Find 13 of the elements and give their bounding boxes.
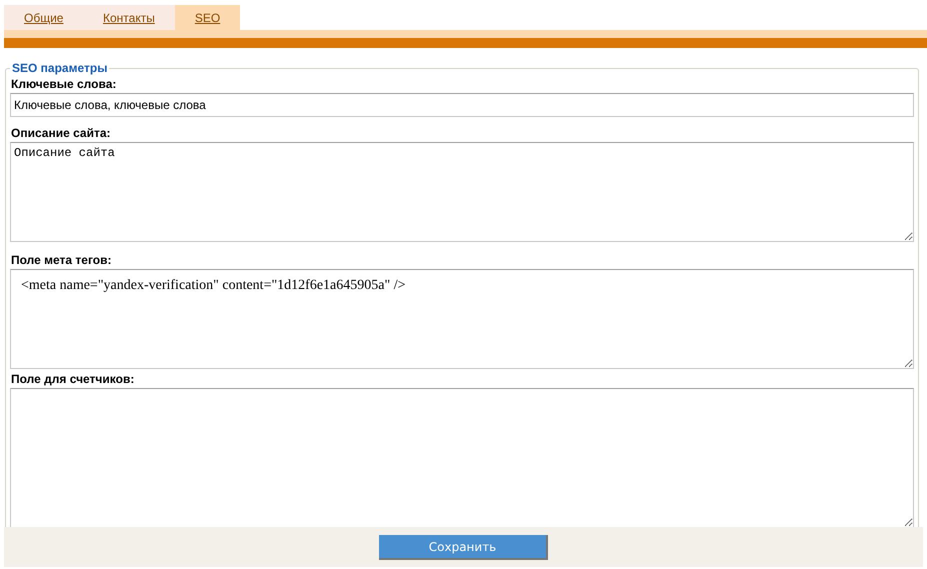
save-button[interactable]: Сохранить [379,535,548,560]
field-label: Поле для счетчиков: [11,372,136,386]
text-area[interactable]: <meta name="yandex-verification" content="1d12f6e1a645905a" /> [10,269,914,369]
fieldset-legend: SEO параметры [10,61,110,75]
tab[interactable]: Контакты [83,5,175,30]
field-label: Ключевые слова: [11,77,118,91]
tab[interactable]: Общие [4,5,83,30]
tab[interactable]: SEO [174,5,240,30]
field-label: Описание сайта: [11,126,112,140]
text-area[interactable]: Описание сайта [10,142,914,242]
input-field[interactable]: Ключевые слова, ключевые слова [10,93,914,117]
text-area[interactable] [10,388,914,528]
field-label: Поле мета тегов: [11,253,112,267]
